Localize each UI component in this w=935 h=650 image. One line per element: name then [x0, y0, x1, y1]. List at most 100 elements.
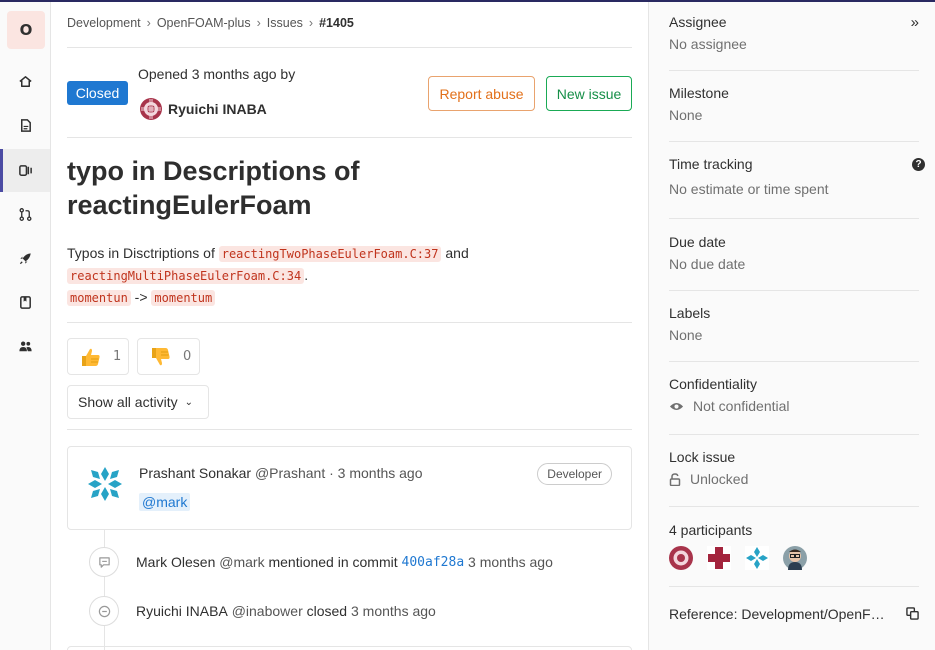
issues-icon — [18, 165, 32, 176]
document-icon — [20, 119, 31, 132]
nav-ci-cd[interactable] — [0, 237, 50, 280]
lock-issue-block: Lock issue Unlocked — [669, 449, 919, 487]
thumbsup-award-button[interactable]: 1 — [67, 338, 129, 375]
nav-members[interactable] — [0, 325, 50, 368]
commenter-name[interactable]: Prashant Sonakar — [139, 465, 251, 481]
divider — [67, 322, 632, 323]
participants-block: 4 participants — [669, 522, 919, 570]
description-text: . — [304, 267, 309, 283]
comment-body: @mark — [139, 493, 191, 511]
code-snippet: momentum — [151, 290, 216, 306]
breadcrumb-separator: › — [256, 16, 261, 30]
thumbsdown-icon — [152, 347, 170, 365]
labels-label: Labels — [669, 305, 711, 321]
nav-merge-requests[interactable] — [0, 193, 50, 236]
time-tracking-value: No estimate or time spent — [669, 181, 829, 197]
divider — [669, 218, 919, 219]
eye-icon — [669, 402, 684, 410]
commenter-avatar — [86, 465, 124, 503]
breadcrumb-separator: › — [146, 16, 151, 30]
opened-text: Opened 3 months ago by — [138, 66, 296, 82]
participants-label: 4 participants — [669, 522, 753, 538]
breadcrumb-separator: › — [308, 16, 314, 30]
thumbsup-icon — [82, 348, 100, 366]
participant-avatar[interactable] — [783, 546, 807, 570]
description-text: -> — [130, 289, 152, 305]
issue-sidebar: » Assignee No assignee Milestone None Ti… — [648, 2, 935, 650]
breadcrumb-project[interactable]: OpenFOAM-plus — [157, 16, 251, 30]
thumbsdown-award-button[interactable]: 0 — [137, 338, 200, 375]
description-text: and — [441, 245, 469, 261]
milestone-label: Milestone — [669, 85, 729, 101]
divider — [669, 506, 919, 507]
system-note-author[interactable]: Mark Olesen — [136, 554, 215, 570]
comment-header: Prashant Sonakar @Prashant · 3 months ag… — [139, 465, 423, 481]
commenter-username[interactable]: @Prashant — [255, 465, 325, 481]
breadcrumb-development[interactable]: Development — [67, 16, 141, 30]
breadcrumb: Development › OpenFOAM-plus › Issues › #1405 — [67, 16, 354, 30]
divider — [67, 429, 632, 430]
activity-filter-label: Show all activity — [78, 394, 178, 410]
participant-avatar[interactable] — [745, 546, 769, 570]
code-snippet: reactingTwoPhaseEulerFoam.C:37 — [218, 246, 442, 262]
confidentiality-label: Confidentiality — [669, 376, 757, 392]
system-note-author[interactable]: Ryuichi INABA — [136, 603, 228, 619]
system-note: Mark Olesen @mark mentioned in commit 40… — [89, 547, 589, 577]
breadcrumb-issues[interactable]: Issues — [267, 16, 303, 30]
nav-home[interactable] — [0, 60, 50, 103]
system-note-action: mentioned in commit — [268, 554, 398, 570]
issue-title: typo in Descriptions of reactingEulerFoa… — [67, 156, 360, 220]
assignee-label: Assignee — [669, 14, 727, 30]
author-avatar — [140, 98, 162, 120]
activity-filter-dropdown[interactable]: Show all activity ⌄ — [67, 385, 209, 419]
nav-wiki[interactable] — [0, 281, 50, 324]
issue-description: Typos in Disctriptions of reactingTwoPha… — [67, 243, 632, 309]
commit-sha-link[interactable]: 400af28a — [402, 555, 465, 570]
lock-issue-value: Unlocked — [669, 471, 919, 487]
report-abuse-button[interactable]: Report abuse — [428, 76, 535, 111]
confidentiality-text: Not confidential — [693, 398, 790, 414]
closed-issue-icon — [89, 596, 119, 626]
milestone-value: None — [669, 107, 703, 123]
divider — [669, 361, 919, 362]
labels-block: Labels None — [669, 305, 919, 343]
nav-repository[interactable] — [0, 104, 50, 147]
divider — [669, 70, 919, 71]
nav-issues[interactable] — [0, 149, 50, 192]
role-badge: Developer — [537, 463, 612, 485]
participants-list — [669, 546, 919, 570]
participant-avatar[interactable] — [707, 546, 731, 570]
comment-form — [67, 646, 632, 650]
divider — [67, 47, 632, 48]
author-link[interactable]: Ryuichi INABA — [140, 98, 267, 120]
code-snippet: momentun — [67, 290, 131, 306]
lock-issue-text: Unlocked — [690, 471, 749, 487]
lock-issue-label: Lock issue — [669, 449, 736, 465]
new-issue-button[interactable]: New issue — [546, 76, 632, 111]
code-snippet: reactingMultiPhaseEulerFoam.C:34 — [67, 268, 305, 284]
system-note-time[interactable]: 3 months ago — [468, 554, 553, 570]
system-note-action: closed — [306, 603, 348, 619]
project-avatar[interactable]: O — [7, 11, 45, 49]
due-date-block: Due date No due date — [669, 234, 919, 272]
merge-request-icon — [18, 208, 32, 221]
rocket-icon — [19, 253, 31, 265]
comment-icon — [89, 547, 119, 577]
copy-icon[interactable] — [906, 607, 919, 620]
comment-note: Prashant Sonakar @Prashant · 3 months ag… — [67, 446, 632, 530]
home-icon — [18, 76, 32, 87]
participant-avatar[interactable] — [669, 546, 693, 570]
system-note-username[interactable]: @mark — [219, 554, 264, 570]
breadcrumb-current[interactable]: #1405 — [319, 16, 354, 30]
comment-time[interactable]: · 3 months ago — [329, 465, 422, 481]
system-note-username[interactable]: @inabower — [232, 603, 303, 619]
due-date-value: No due date — [669, 256, 746, 272]
assignee-block: Assignee No assignee — [669, 14, 919, 52]
labels-value: None — [669, 327, 703, 343]
help-icon[interactable]: ? — [912, 158, 925, 171]
system-note-time[interactable]: 3 months ago — [351, 603, 436, 619]
author-name: Ryuichi INABA — [168, 101, 267, 117]
divider — [669, 586, 919, 587]
reference-block: Reference: Development/OpenFOAM-plus#140… — [669, 606, 919, 622]
user-mention-link[interactable]: @mark — [139, 493, 191, 511]
